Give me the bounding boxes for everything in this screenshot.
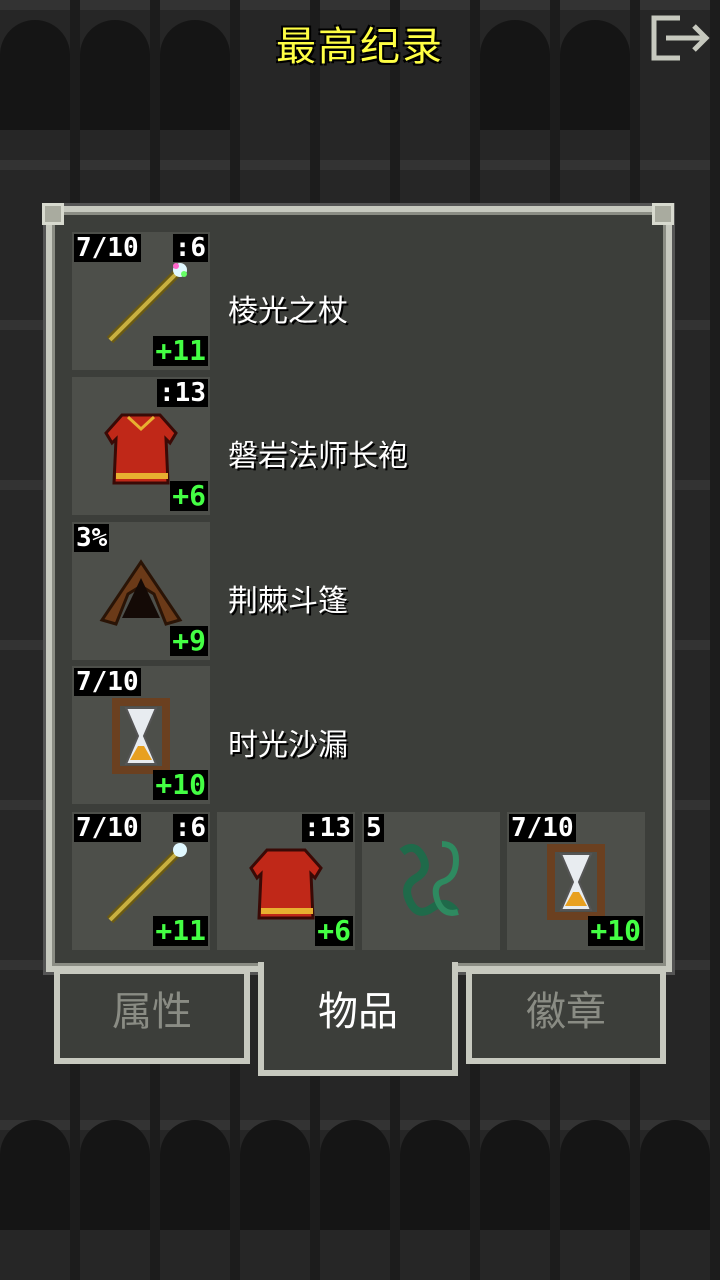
- tab-badges[interactable]: 徽章: [466, 968, 666, 1064]
- tab-label: 徽章: [526, 989, 606, 1035]
- quickslot-1[interactable]: 7/10 :6 +11: [72, 812, 210, 950]
- panel-corner: [652, 203, 674, 225]
- exit-button[interactable]: [650, 14, 712, 62]
- item-slot[interactable]: 3% +9: [72, 522, 210, 660]
- panel-corner: [42, 203, 64, 225]
- item-slot[interactable]: 7/10 +10: [72, 666, 210, 804]
- tab-items[interactable]: 物品: [258, 962, 458, 1076]
- item-slot[interactable]: 7/10 :6 +11: [72, 232, 210, 370]
- quickslot-3[interactable]: 5: [362, 812, 500, 950]
- item-slot[interactable]: :13 +6: [72, 377, 210, 515]
- page-title: 最高纪录: [276, 24, 444, 70]
- exit-icon: [651, 15, 710, 61]
- item-name: 时光沙漏: [228, 728, 348, 763]
- item-name: 磐岩法师长袍: [228, 439, 408, 474]
- item-name: 棱光之杖: [228, 294, 348, 329]
- quickslot-2[interactable]: :13 +6: [217, 812, 355, 950]
- item-name: 荆棘斗篷: [228, 584, 348, 619]
- tab-label: 物品: [318, 989, 398, 1035]
- quickslot-4[interactable]: 7/10 +10: [507, 812, 645, 950]
- tab-stats[interactable]: 属性: [54, 968, 250, 1064]
- tab-label: 属性: [112, 989, 192, 1035]
